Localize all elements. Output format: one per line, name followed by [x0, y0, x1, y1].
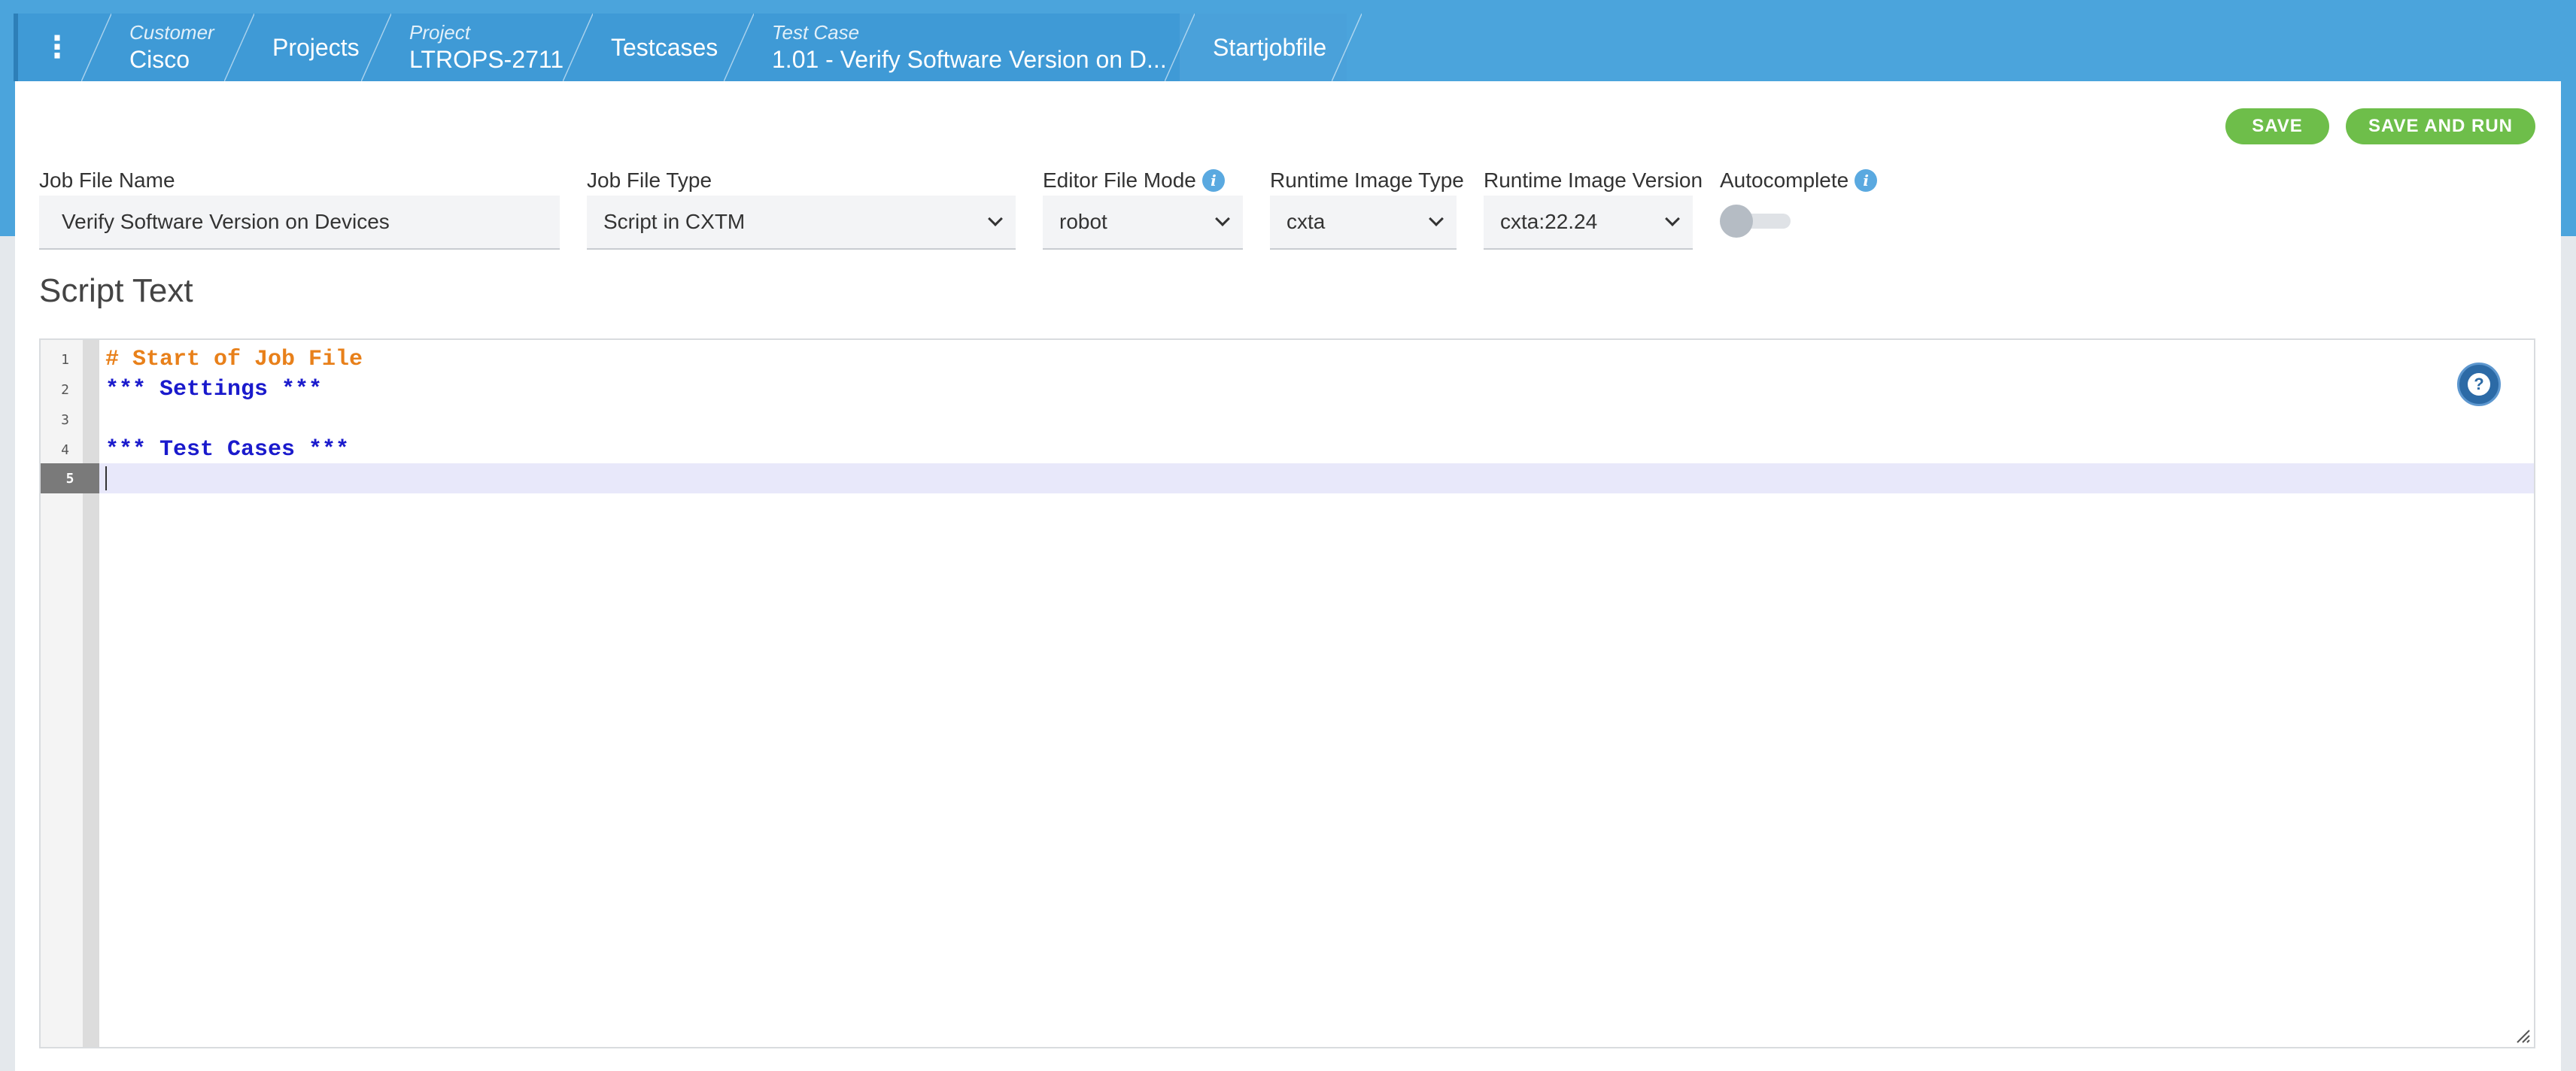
line-number: 2	[61, 381, 69, 398]
job-file-editor-card: SAVE SAVE AND RUN Job File Name Verify S…	[15, 81, 2561, 1071]
line-number: 1	[61, 351, 69, 368]
autocomplete-toggle[interactable]	[1720, 205, 1803, 238]
info-icon[interactable]: i	[1201, 169, 1225, 192]
runtime-image-type-label: Runtime Image Type	[1270, 168, 1464, 193]
chevron-down-icon	[1215, 211, 1230, 226]
editor-file-mode-value: robot	[1059, 210, 1107, 233]
code-line[interactable]: # Start of Job File	[105, 344, 363, 375]
fold-gutter	[83, 340, 99, 1047]
breadcrumb: ⋮ Customer Cisco Projects Project LTROPS…	[14, 14, 1368, 81]
chevron-down-icon	[1665, 211, 1680, 226]
autocomplete-label-text: Autocomplete	[1720, 168, 1849, 192]
breadcrumb-project[interactable]: Project LTROPS-2711	[376, 14, 593, 81]
script-text-title: Script Text	[39, 272, 193, 309]
job-file-name-input[interactable]: Verify Software Version on Devices	[39, 196, 560, 250]
info-icon[interactable]: i	[1855, 169, 1878, 192]
text-cursor	[105, 466, 107, 490]
breadcrumb-customer[interactable]: Customer Cisco	[96, 14, 254, 81]
chevron-down-icon	[1429, 211, 1444, 226]
runtime-image-type-select[interactable]: cxta	[1270, 196, 1457, 250]
code-line[interactable]: *** Settings ***	[105, 375, 322, 405]
editor-file-mode-label-text: Editor File Mode	[1043, 168, 1196, 192]
breadcrumb-project-caption: Project	[409, 21, 470, 44]
code-editor[interactable]: 1 2 3 4 5 # Start of Job File *** Settin…	[39, 338, 2535, 1048]
question-icon: ?	[2468, 373, 2490, 396]
right-gutter	[2561, 236, 2576, 1071]
job-file-type-select[interactable]: Script in CXTM	[587, 196, 1016, 250]
breadcrumb-testcases[interactable]: Testcases	[578, 14, 754, 81]
code-line[interactable]: *** Test Cases ***	[105, 435, 349, 465]
left-gutter	[0, 236, 15, 1071]
line-number: 4	[61, 441, 69, 458]
breadcrumb-projects-label: Projects	[272, 34, 360, 61]
active-line-highlight	[99, 463, 2534, 493]
breadcrumb-test-case-value: 1.01 - Verify Software Version on D...	[772, 46, 1167, 73]
toggle-knob	[1720, 205, 1753, 238]
breadcrumb-startjobfile-label: Startjobfile	[1213, 34, 1327, 61]
runtime-image-type-label-text: Runtime Image Type	[1270, 168, 1464, 192]
job-file-name-label-text: Job File Name	[39, 168, 175, 192]
autocomplete-label: Autocomplete i	[1720, 168, 1878, 193]
editor-file-mode-select[interactable]: robot	[1043, 196, 1243, 250]
line-number-active: 5	[41, 463, 99, 493]
breadcrumb-customer-value: Cisco	[129, 46, 190, 73]
line-number: 3	[61, 411, 69, 428]
breadcrumb-startjobfile[interactable]: Startjobfile	[1180, 14, 1362, 81]
breadcrumb-test-case[interactable]: Test Case 1.01 - Verify Software Version…	[739, 14, 1195, 81]
save-button[interactable]: SAVE	[2225, 108, 2329, 144]
breadcrumb-menu-button[interactable]: ⋮	[14, 14, 111, 81]
save-and-run-button[interactable]: SAVE AND RUN	[2346, 108, 2535, 144]
help-button[interactable]: ?	[2457, 363, 2501, 406]
breadcrumb-projects[interactable]: Projects	[239, 14, 391, 81]
editor-file-mode-label: Editor File Mode i	[1043, 168, 1225, 193]
runtime-image-type-value: cxta	[1286, 210, 1326, 233]
runtime-image-version-label: Runtime Image Version	[1484, 168, 1703, 193]
breadcrumb-test-case-caption: Test Case	[772, 21, 860, 44]
runtime-image-version-value: cxta:22.24	[1500, 210, 1598, 233]
runtime-image-version-select[interactable]: cxta:22.24	[1484, 196, 1693, 250]
job-file-name-label: Job File Name	[39, 168, 175, 193]
vertical-dots-icon: ⋮	[42, 31, 72, 64]
job-file-type-label: Job File Type	[587, 168, 712, 193]
breadcrumb-testcases-label: Testcases	[611, 34, 718, 61]
chevron-down-icon	[988, 211, 1003, 226]
runtime-image-version-label-text: Runtime Image Version	[1484, 168, 1703, 192]
resize-handle-icon[interactable]	[2513, 1026, 2531, 1044]
job-file-type-value: Script in CXTM	[603, 210, 746, 233]
job-file-name-value: Verify Software Version on Devices	[62, 210, 390, 233]
breadcrumb-project-value: LTROPS-2711	[409, 46, 564, 73]
breadcrumb-customer-caption: Customer	[129, 21, 214, 44]
job-file-type-label-text: Job File Type	[587, 168, 712, 192]
